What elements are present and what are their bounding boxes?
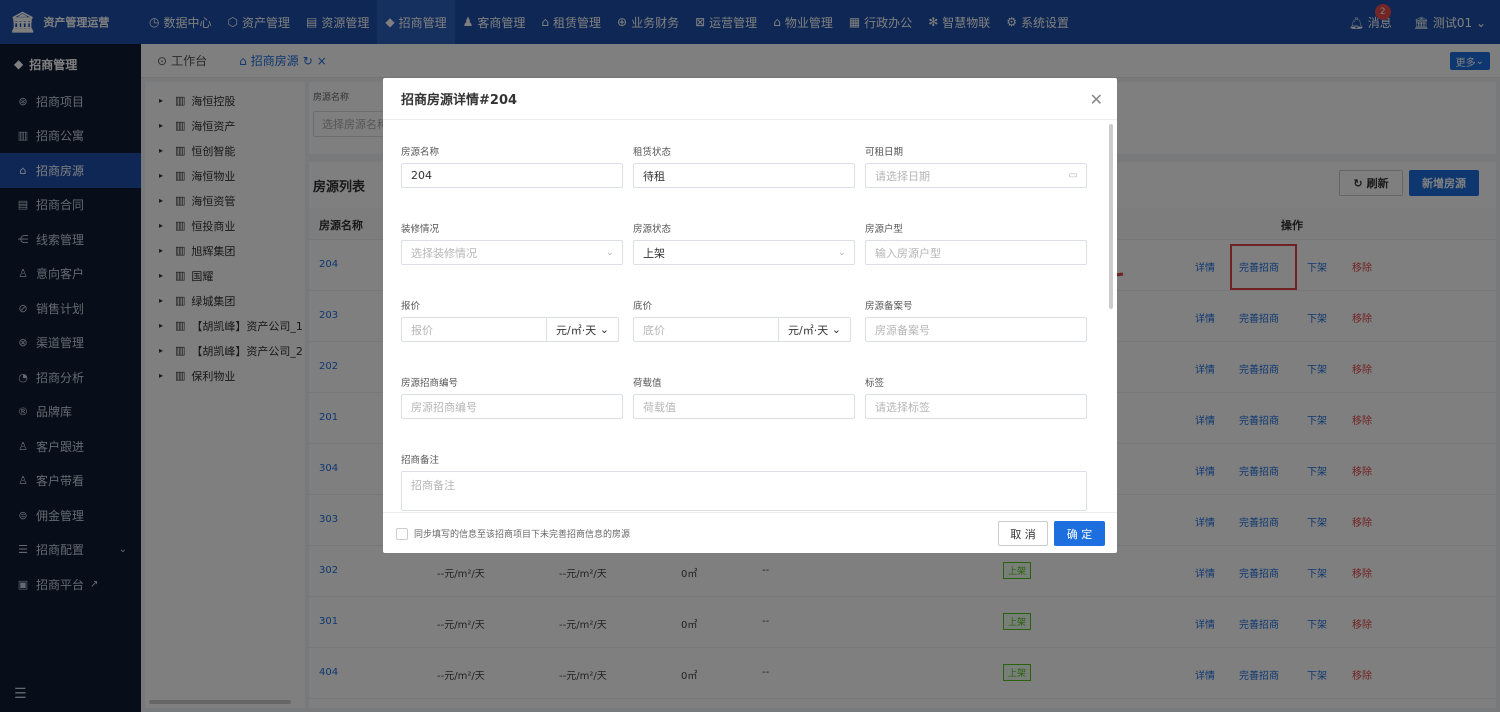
modal-title: 招商房源详情#204 [401, 93, 518, 108]
confirm-button[interactable]: 确 定 [1054, 521, 1105, 546]
cancel-button[interactable]: 取 消 [998, 521, 1048, 546]
listing-detail-modal: 招商房源详情#204 ✕ 房源名称 204 租赁状态 待租 可租日期 请选择日期… [383, 78, 1117, 553]
field-label: 荷载值 [633, 378, 662, 389]
sync-label: 同步填写的信息至该招商项目下未完善招商信息的房源 [414, 530, 631, 540]
invest-no-placeholder: 房源招商编号 [411, 400, 477, 414]
price-unit: 元/㎡·天 [556, 323, 597, 337]
field-label: 房源状态 [633, 224, 672, 235]
room-status-value: 上架 [643, 246, 665, 260]
price-input[interactable]: 报价 元/㎡·天 ⌄ [401, 317, 619, 342]
chevron-down-icon: ⌄ [837, 247, 846, 258]
invest-no-input[interactable]: 房源招商编号 [401, 394, 623, 419]
field-label: 租赁状态 [633, 147, 672, 158]
modal-scrollbar[interactable] [1109, 124, 1113, 309]
tags-select[interactable]: 请选择标签 [865, 394, 1087, 419]
field-label: 房源名称 [401, 147, 440, 158]
modal-footer: 同步填写的信息至该招商项目下未完善招商信息的房源 取 消 确 定 [383, 512, 1117, 553]
layout-placeholder: 输入房源户型 [875, 246, 941, 260]
floor-price-unit-select[interactable]: 元/㎡·天 ⌄ [778, 317, 850, 342]
floor-price-placeholder: 底价 [643, 323, 665, 337]
price-placeholder: 报价 [411, 323, 433, 337]
rent-date-placeholder: 请选择日期 [875, 169, 930, 183]
remark-textarea[interactable]: 招商备注 [401, 471, 1087, 511]
field-label: 招商备注 [401, 455, 440, 466]
close-icon[interactable]: ✕ [1090, 90, 1103, 109]
field-label: 标签 [865, 378, 885, 389]
price-unit-select[interactable]: 元/㎡·天 ⌄ [546, 317, 618, 342]
load-placeholder: 荷载值 [643, 400, 676, 414]
modal-body: 房源名称 204 租赁状态 待租 可租日期 请选择日期 ▭ 装修情况 选择装修情… [383, 120, 1117, 512]
room-status-select[interactable]: 上架 ⌄ [633, 240, 855, 265]
decoration-placeholder: 选择装修情况 [411, 246, 477, 260]
record-no-placeholder: 房源备案号 [875, 323, 930, 337]
field-label: 报价 [401, 301, 421, 312]
room-name-value: 204 [411, 169, 432, 182]
field-label: 房源招商编号 [401, 378, 459, 389]
rent-date-picker[interactable]: 请选择日期 ▭ [865, 163, 1087, 188]
floor-price-input[interactable]: 底价 元/㎡·天 ⌄ [633, 317, 851, 342]
room-name-input[interactable]: 204 [401, 163, 623, 188]
field-label: 底价 [633, 301, 653, 312]
field-label: 装修情况 [401, 224, 440, 235]
calendar-icon: ▭ [1068, 170, 1078, 181]
record-no-input[interactable]: 房源备案号 [865, 317, 1087, 342]
decoration-select[interactable]: 选择装修情况 ⌄ [401, 240, 623, 265]
tags-placeholder: 请选择标签 [875, 400, 930, 414]
remark-placeholder: 招商备注 [411, 479, 455, 492]
load-input[interactable]: 荷载值 [633, 394, 855, 419]
field-label: 房源备案号 [865, 301, 913, 312]
sync-checkbox[interactable] [396, 528, 408, 540]
field-label: 房源户型 [865, 224, 904, 235]
modal-header: 招商房源详情#204 ✕ [383, 78, 1117, 120]
chevron-down-icon: ⌄ [605, 247, 614, 258]
field-label: 可租日期 [865, 147, 904, 158]
rent-status-input[interactable]: 待租 [633, 163, 855, 188]
rent-status-value: 待租 [643, 169, 665, 183]
layout-input[interactable]: 输入房源户型 [865, 240, 1087, 265]
floor-price-unit: 元/㎡·天 [788, 323, 829, 337]
